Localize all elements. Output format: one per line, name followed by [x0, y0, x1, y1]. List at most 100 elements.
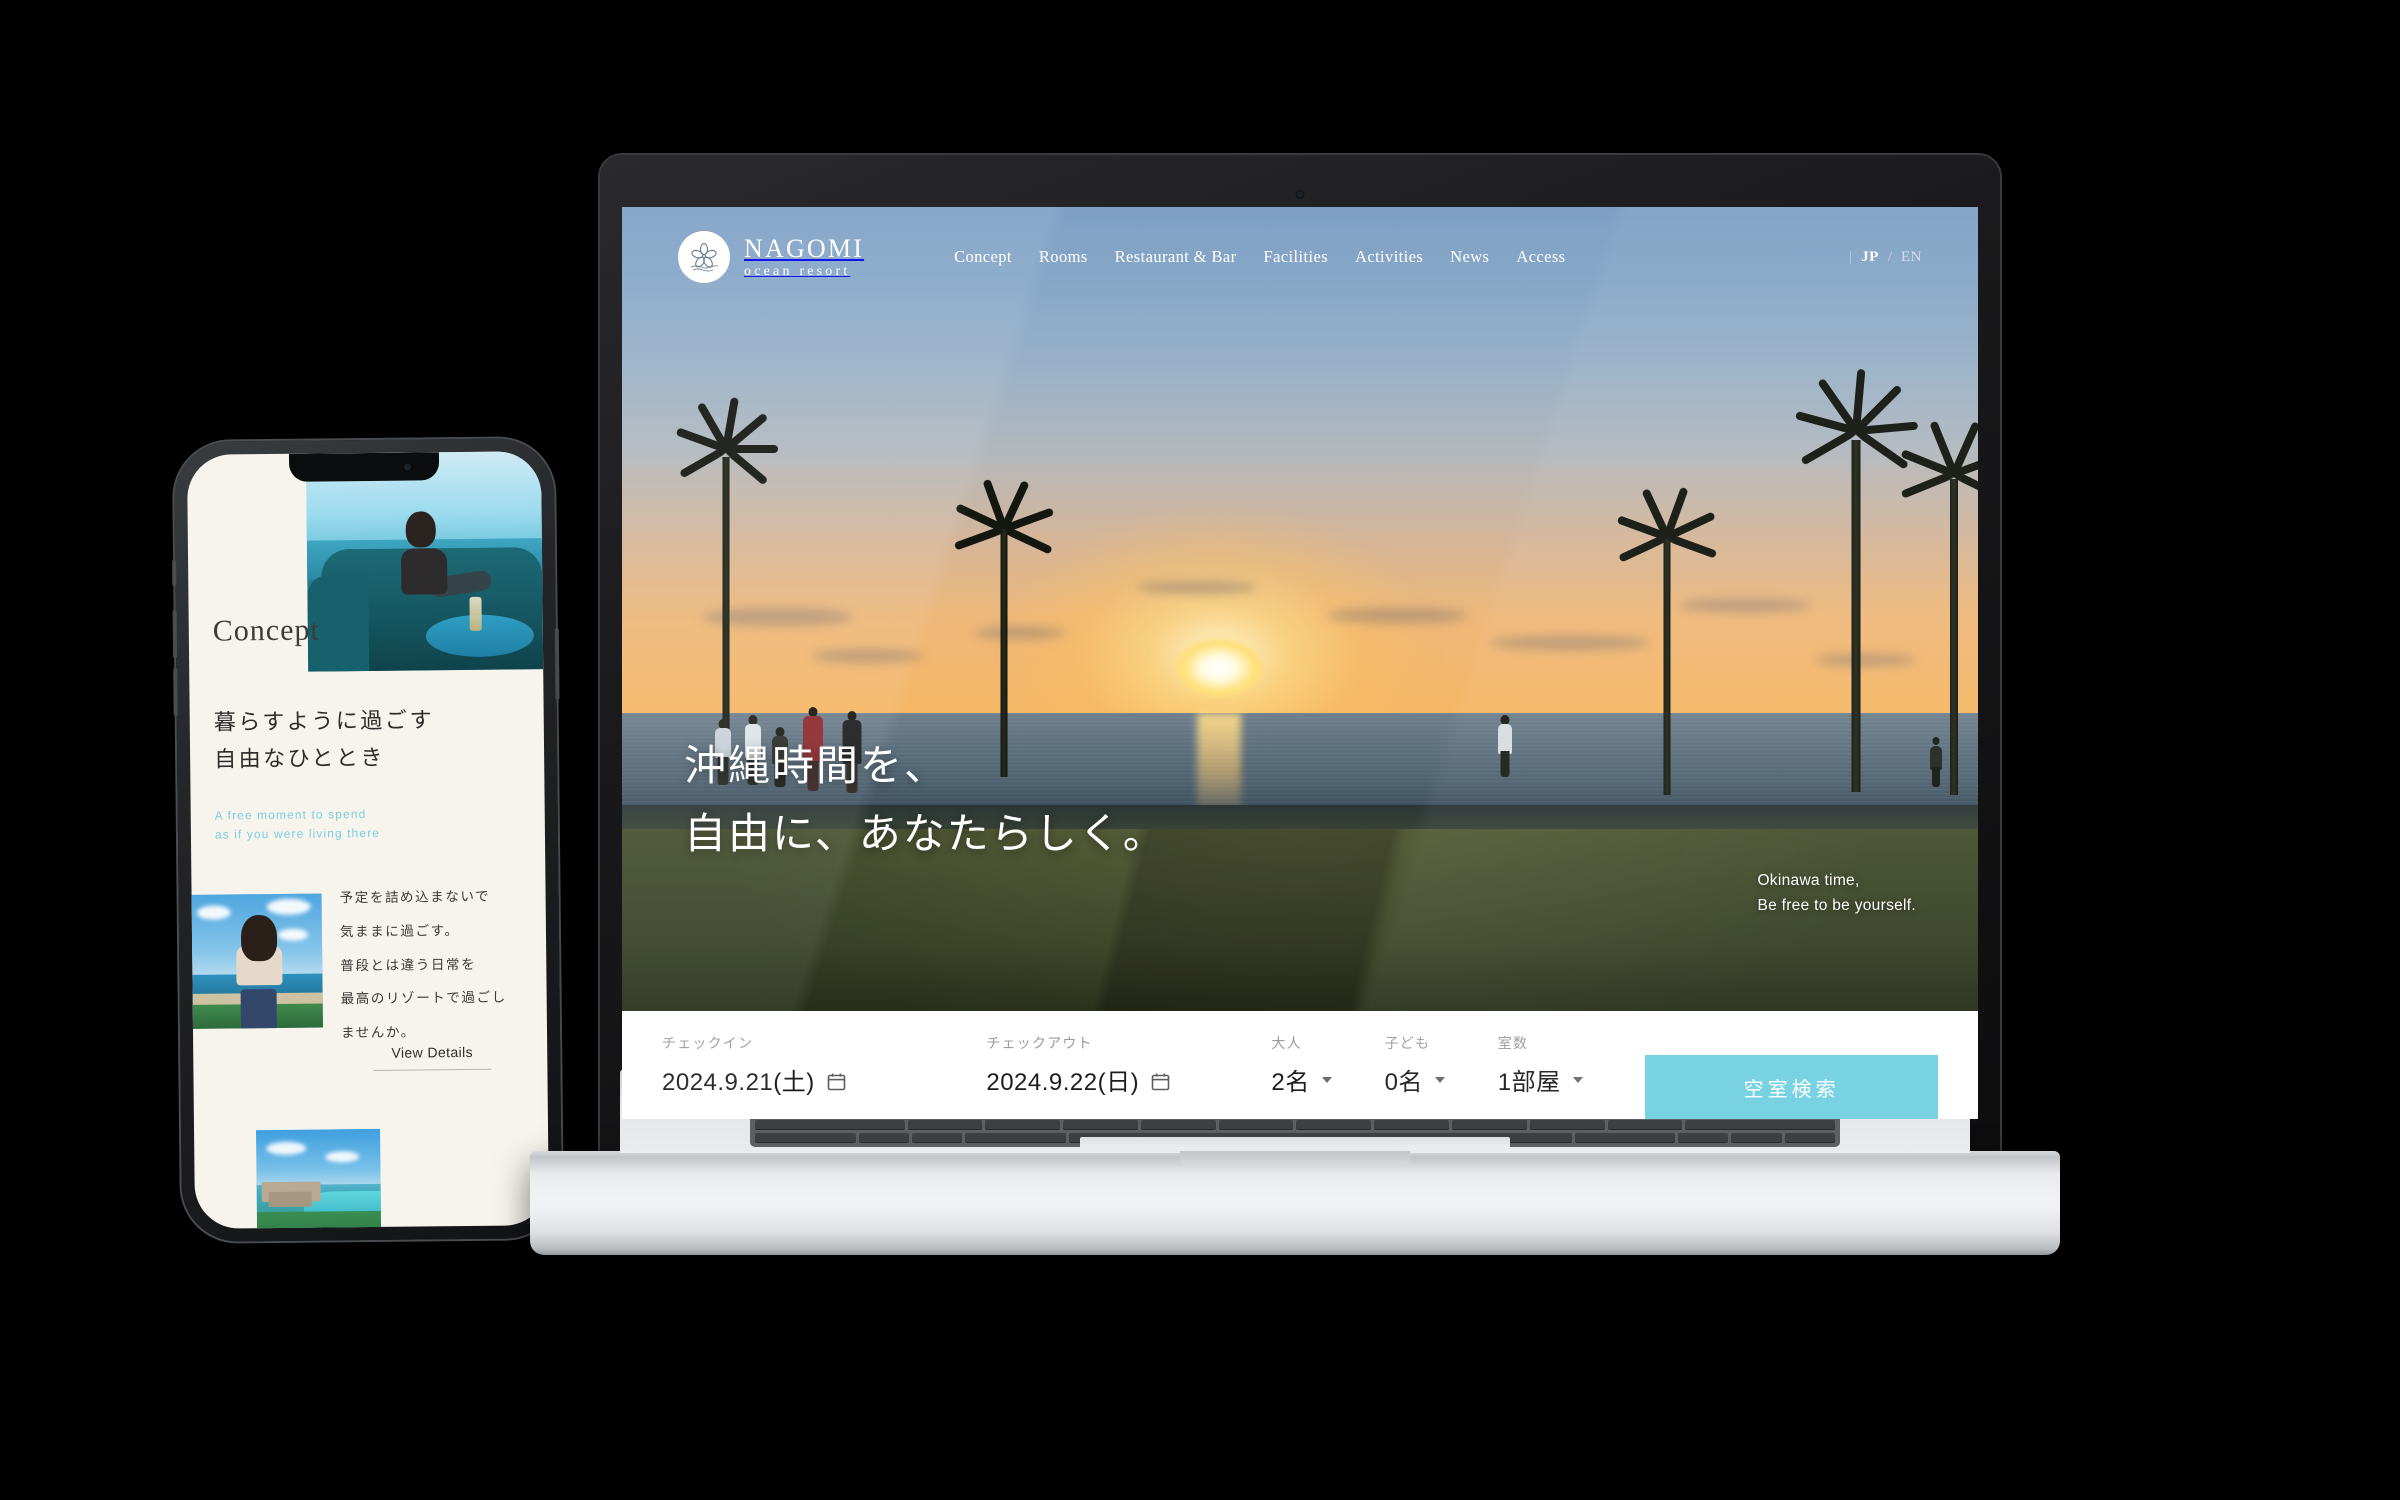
nav-item-access[interactable]: Access	[1516, 247, 1565, 267]
concept-section-title: Concept	[212, 613, 320, 648]
photo-cloud	[196, 905, 232, 920]
hero-headline-line-2: 自由に、あなたらしく。	[684, 811, 1167, 858]
laptop-webcam-icon	[1295, 190, 1305, 199]
adults-count-text: 2名	[1271, 1069, 1310, 1096]
language-switcher: | JP / EN	[1849, 249, 1922, 266]
concept-subtitle-line-1: A free moment to spend	[214, 807, 367, 823]
hero-palm-tree	[666, 397, 786, 757]
hero-english-line-1: Okinawa time,	[1757, 871, 1860, 889]
laptop-base-notch	[1180, 1151, 1410, 1167]
checkin-value[interactable]: 2024.9.21(土)	[662, 1062, 976, 1097]
children-value[interactable]: 0名	[1385, 1062, 1488, 1097]
laptop-screen: NAGOMI ocean resort Concept Rooms Restau…	[622, 207, 1978, 1119]
checkout-value[interactable]: 2024.9.22(日)	[986, 1062, 1261, 1097]
language-option-en[interactable]: EN	[1901, 249, 1922, 266]
calendar-icon	[827, 1070, 846, 1091]
photo-resort-building	[269, 1191, 312, 1207]
adults-field[interactable]: 大人 2名	[1271, 1033, 1384, 1097]
hero-person-silhouette	[1926, 737, 1946, 787]
hero-english-tagline: Okinawa time, Be free to be yourself.	[1757, 868, 1916, 919]
concept-body-line: 予定を詰め込まないで	[339, 888, 491, 906]
phone-notch	[288, 452, 440, 482]
laptop-mockup: NAGOMI ocean resort Concept Rooms Restau…	[530, 155, 2060, 1295]
nav-item-restaurant-bar[interactable]: Restaurant & Bar	[1115, 247, 1237, 267]
nav-item-concept[interactable]: Concept	[954, 247, 1012, 267]
nav-item-facilities[interactable]: Facilities	[1264, 247, 1329, 267]
phone-front-camera-icon	[404, 463, 412, 471]
concept-hero-photo	[305, 451, 544, 672]
concept-body-line: 最高のリゾートで過ごし	[340, 989, 507, 1007]
mockup-stage: Concept 暮らすように過ごす 自由なひととき A free moment …	[0, 0, 2400, 1500]
hero-person-silhouette	[1494, 715, 1516, 777]
concept-headline-line-2: 自由なひととき	[214, 744, 386, 772]
phone-mockup: Concept 暮らすように過ごす 自由なひととき A free moment …	[172, 438, 563, 1242]
checkout-label: チェックアウト	[986, 1035, 1093, 1051]
phone-volume-down-button[interactable]	[173, 667, 178, 717]
nav-item-news[interactable]: News	[1450, 247, 1489, 267]
chevron-down-icon	[1434, 1076, 1445, 1083]
concept-body-line: 気ままに過ごす。	[339, 922, 460, 940]
brand-tagline: ocean resort	[744, 263, 851, 279]
concept-headline: 暮らすように過ごす 自由なひととき	[214, 702, 435, 777]
language-divider: |	[1849, 248, 1853, 265]
hero-palm-trunk	[1663, 539, 1671, 795]
rooms-count-text: 1部屋	[1497, 1069, 1561, 1096]
plumeria-flower-icon	[678, 231, 730, 283]
booking-search-bar: チェックイン 2024.9.21(土) チェックアウト 2024.9.22(日)…	[622, 1011, 1978, 1119]
keyboard-row	[755, 1120, 1835, 1130]
chevron-down-icon	[1572, 1076, 1583, 1083]
hero-cloud	[1137, 580, 1258, 594]
brand-logo-link[interactable]: NAGOMI ocean resort	[678, 231, 864, 283]
hero-english-line-2: Be free to be yourself.	[1757, 897, 1916, 915]
checkout-field[interactable]: チェックアウト 2024.9.22(日)	[986, 1033, 1271, 1097]
photo-person-jeans	[240, 989, 278, 1029]
children-field[interactable]: 子ども 0名	[1385, 1033, 1498, 1097]
rooms-value[interactable]: 1部屋	[1498, 1062, 1636, 1097]
checkin-date-text: 2024.9.21(土)	[662, 1069, 815, 1096]
hero-palm-trunk	[1950, 479, 1958, 795]
photo-vegetation	[256, 1210, 382, 1229]
photo-person-head	[405, 511, 436, 548]
calendar-icon	[1151, 1070, 1170, 1091]
photo-person-hair	[241, 915, 278, 962]
children-label: 子ども	[1384, 1035, 1431, 1051]
hero-headline-line-1: 沖縄時間を、	[684, 743, 949, 790]
language-option-jp[interactable]: JP	[1861, 249, 1879, 266]
language-slash: /	[1887, 248, 1892, 265]
laptop-trackpad[interactable]	[1080, 1137, 1510, 1149]
hero-headline: 沖縄時間を、 自由に、あなたらしく。	[684, 733, 1167, 869]
checkout-date-text: 2024.9.22(日)	[986, 1069, 1140, 1096]
site-header: NAGOMI ocean resort Concept Rooms Restau…	[622, 207, 1978, 307]
hero-palm-crown	[1894, 420, 1978, 503]
search-availability-button[interactable]: 空室検索	[1645, 1055, 1939, 1119]
brand-text: NAGOMI ocean resort	[744, 235, 864, 279]
adults-label: 大人	[1271, 1035, 1302, 1051]
phone-volume-up-button[interactable]	[172, 609, 178, 659]
concept-photo-ocean-view	[191, 893, 323, 1029]
hero-palm-trunk	[722, 457, 730, 757]
laptop-lid: NAGOMI ocean resort Concept Rooms Restau…	[600, 155, 2000, 1155]
adults-value[interactable]: 2名	[1271, 1062, 1374, 1097]
concept-body-line: 普段とは違う日常を	[340, 956, 477, 973]
nav-item-rooms[interactable]: Rooms	[1039, 247, 1088, 267]
hero-palm-tree	[1612, 486, 1722, 795]
concept-headline-line-1: 暮らすように過ごす	[213, 707, 435, 735]
phone-mute-switch[interactable]	[172, 559, 177, 587]
laptop-base	[530, 1069, 2060, 1255]
photo-person-torso	[400, 548, 448, 595]
rooms-field[interactable]: 室数 1部屋	[1498, 1033, 1646, 1097]
photo-sky	[256, 1128, 381, 1185]
rooms-label: 室数	[1497, 1035, 1529, 1051]
view-details-button[interactable]: View Details	[373, 1043, 492, 1071]
children-count-text: 0名	[1384, 1069, 1423, 1096]
photo-drink-glass	[469, 596, 482, 631]
concept-photo-resort-aerial	[256, 1128, 382, 1229]
checkin-label: チェックイン	[662, 1035, 754, 1051]
photo-cloud	[277, 928, 308, 941]
nav-item-activities[interactable]: Activities	[1355, 247, 1423, 267]
chevron-down-icon	[1321, 1076, 1332, 1083]
hero-sun-reflection	[1196, 713, 1241, 809]
checkin-field[interactable]: チェックイン 2024.9.21(土)	[662, 1033, 986, 1097]
hero-background-photo	[622, 207, 1978, 1119]
phone-screen: Concept 暮らすように過ごす 自由なひととき A free moment …	[186, 451, 550, 1229]
